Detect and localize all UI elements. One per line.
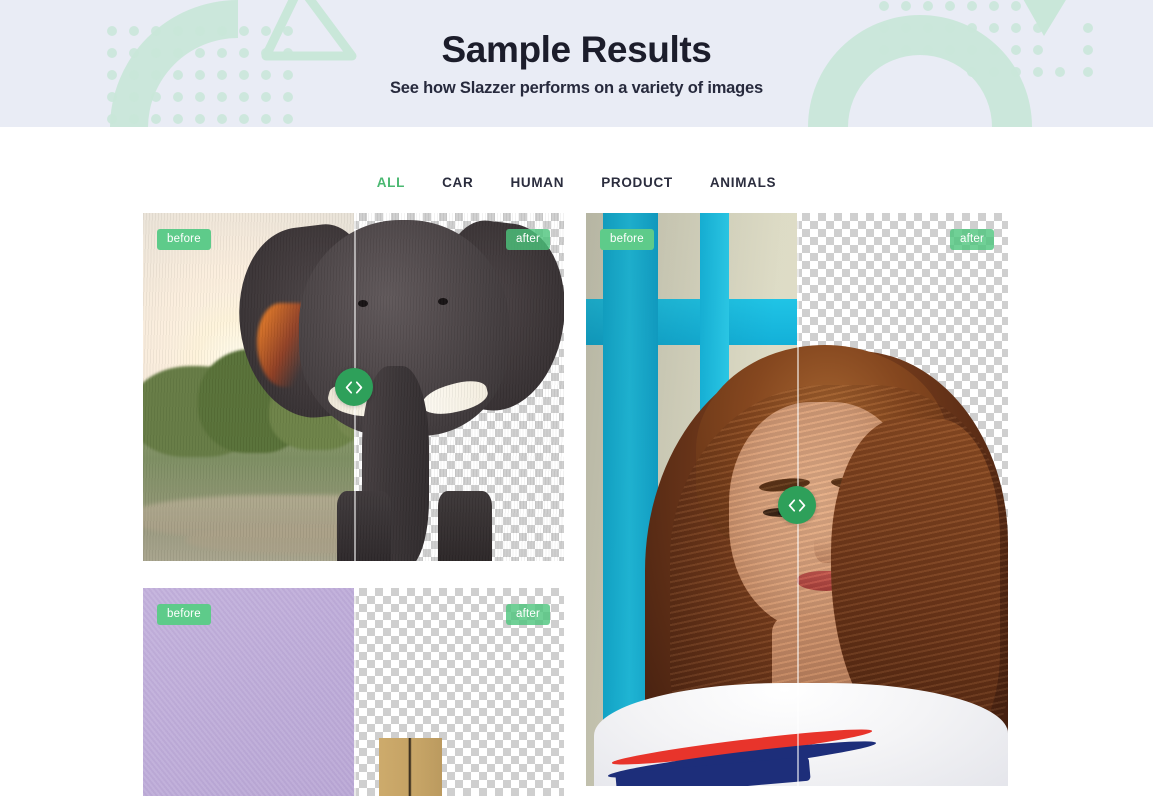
left-right-chevrons-icon xyxy=(345,380,362,394)
page-title: Sample Results xyxy=(441,28,712,70)
filter-tab-car[interactable]: CAR xyxy=(442,173,473,192)
comparison-card-human[interactable]: before after xyxy=(586,213,1008,786)
results-gallery: before after before after before after xyxy=(0,192,1153,796)
comparison-card-elephant[interactable]: before after xyxy=(143,213,564,561)
filter-tab-product[interactable]: PRODUCT xyxy=(601,173,673,192)
category-filter-tabs: ALL CAR HUMAN PRODUCT ANIMALS xyxy=(0,127,1153,192)
filter-tab-animals[interactable]: ANIMALS xyxy=(710,173,776,192)
before-image-elephant xyxy=(143,213,354,561)
badge-after: after xyxy=(949,229,994,250)
gallery-column-left: before after before after xyxy=(143,213,564,796)
page-subtitle: See how Slazzer performs on a variety of… xyxy=(390,79,763,98)
compare-divider xyxy=(353,588,356,796)
before-image-human xyxy=(586,213,797,786)
left-right-chevrons-icon xyxy=(788,499,806,512)
badge-after: after xyxy=(505,229,550,250)
compare-slider-handle[interactable] xyxy=(778,486,816,525)
filter-tab-all[interactable]: ALL xyxy=(377,173,405,192)
badge-before: before xyxy=(157,604,211,625)
badge-before: before xyxy=(600,229,654,250)
page-header: Sample Results See how Slazzer performs … xyxy=(0,0,1153,127)
gallery-column-right: before after xyxy=(586,213,1008,786)
badge-after: after xyxy=(505,604,550,625)
filter-tab-human[interactable]: HUMAN xyxy=(510,173,564,192)
comparison-card-product[interactable]: before after xyxy=(143,588,564,796)
badge-before: before xyxy=(157,229,211,250)
compare-slider-handle[interactable] xyxy=(334,368,373,406)
